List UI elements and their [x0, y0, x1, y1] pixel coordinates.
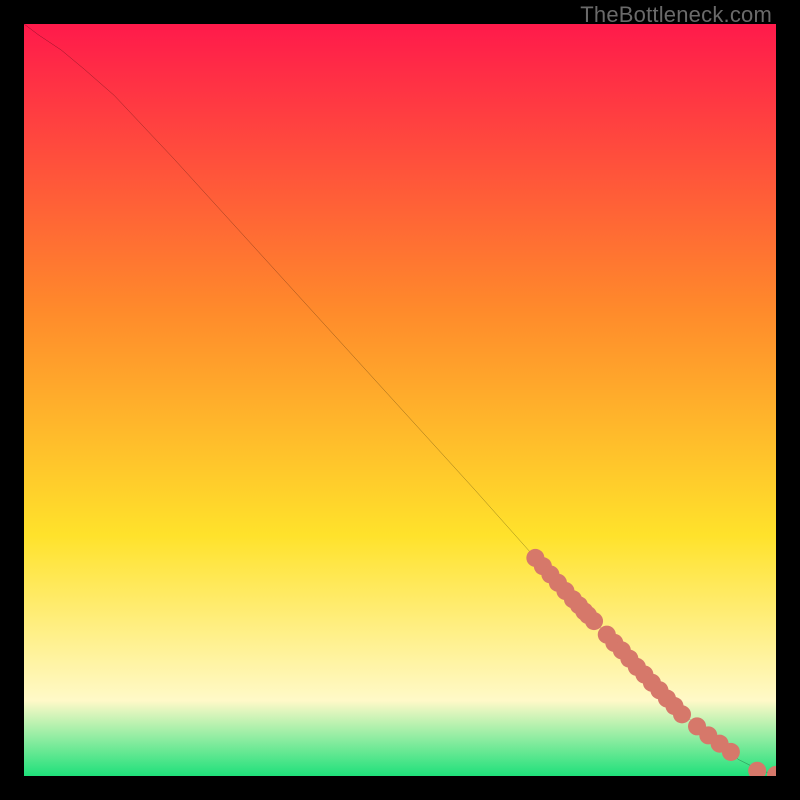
chart-svg [24, 24, 776, 776]
data-point [722, 743, 740, 761]
data-point [673, 705, 691, 723]
data-point [585, 612, 603, 630]
gradient-background [24, 24, 776, 776]
chart-stage: TheBottleneck.com [0, 0, 800, 800]
plot-area [24, 24, 776, 776]
watermark-text: TheBottleneck.com [580, 2, 772, 28]
